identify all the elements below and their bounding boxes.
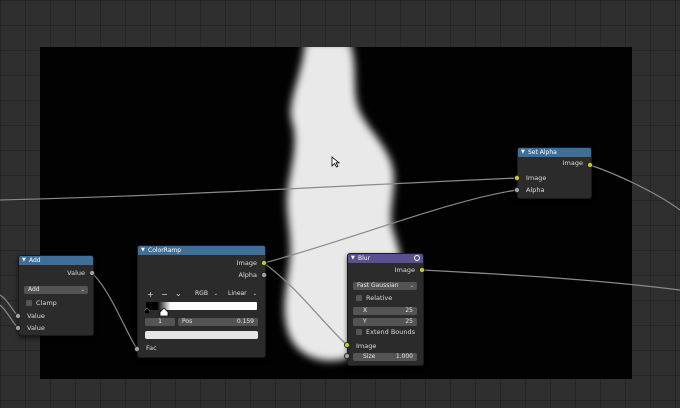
size-label: Size <box>363 353 376 360</box>
backdrop-image <box>40 47 632 379</box>
stop-color-swatch[interactable] <box>145 331 258 339</box>
clamp-checkbox-row[interactable]: Clamp <box>26 299 57 308</box>
node-title: Set Alpha <box>528 149 557 156</box>
set-alpha-header[interactable]: ▼ Set Alpha <box>518 148 591 157</box>
add-stop-button[interactable]: + <box>147 290 154 299</box>
x-label: X <box>363 307 368 314</box>
output-image-label: Image <box>236 259 257 267</box>
y-size-field[interactable]: Y 25 <box>353 318 417 326</box>
position-label: Pos <box>182 318 193 325</box>
set-alpha-node[interactable]: ▼ Set Alpha Image Image Alpha <box>517 147 592 199</box>
operation-value: Add <box>28 286 40 293</box>
extend-bounds-checkbox[interactable] <box>356 329 362 335</box>
link-left-to-add-1 <box>0 294 19 317</box>
relative-label: Relative <box>366 294 393 302</box>
size-value: 1.000 <box>395 353 413 360</box>
relative-checkbox[interactable] <box>356 295 362 301</box>
x-size-field[interactable]: X 25 <box>353 307 417 315</box>
input-fac-label: Fac <box>146 344 157 352</box>
link-left-to-add-2 <box>0 304 19 329</box>
collapse-triangle-icon[interactable]: ▼ <box>22 256 26 265</box>
collapse-triangle-icon[interactable]: ▼ <box>141 246 145 255</box>
size-field[interactable]: Size 1.000 <box>353 353 417 361</box>
stop-index-field[interactable]: 1 <box>145 318 175 326</box>
input-alpha-label: Alpha <box>526 186 545 194</box>
chevron-down-icon: ⌄ <box>252 291 257 297</box>
input-image-label: Image <box>526 174 547 182</box>
y-label: Y <box>363 318 367 325</box>
smoke-shape <box>284 47 404 361</box>
position-value: 0.159 <box>236 318 254 325</box>
chevron-down-icon: ⌄ <box>213 291 218 297</box>
filter-type-value: Fast Gaussian <box>357 282 399 289</box>
ramp-stop-black-marker[interactable] <box>143 307 151 317</box>
add-node[interactable]: ▼ Add Value Add ⌄ Clamp Value Value <box>18 255 94 336</box>
globe-icon <box>414 255 420 261</box>
node-editor-canvas[interactable]: ▼ Set Alpha Image Image Alpha ▼ Add Valu… <box>0 0 680 408</box>
input-value-1-label: Value <box>27 312 45 320</box>
clamp-label: Clamp <box>36 299 57 307</box>
interpolation-value: Linear <box>228 290 247 297</box>
node-title: Add <box>29 257 41 264</box>
blur-node[interactable]: ▼ Blur Image Fast Gaussian ⌄ Relative X … <box>347 253 424 366</box>
blur-header[interactable]: ▼ Blur <box>348 254 423 263</box>
operation-dropdown[interactable]: Add ⌄ <box>24 286 88 294</box>
input-image-label: Image <box>356 342 377 350</box>
node-title: Blur <box>358 255 371 262</box>
y-value: 25 <box>405 318 413 325</box>
color-mode-dropdown[interactable]: RGB ⌄ <box>191 290 221 298</box>
input-value-2-label: Value <box>27 324 45 332</box>
ramp-menu-button[interactable]: ⌄ <box>175 289 182 298</box>
color-mode-value: RGB <box>195 290 208 297</box>
filter-type-dropdown[interactable]: Fast Gaussian ⌄ <box>353 282 417 290</box>
chevron-down-icon: ⌄ <box>409 283 414 289</box>
clamp-checkbox[interactable] <box>26 300 32 306</box>
colorramp-header[interactable]: ▼ ColorRamp <box>138 246 265 255</box>
collapse-triangle-icon[interactable]: ▼ <box>351 254 355 263</box>
output-value-label: Value <box>67 269 85 277</box>
remove-stop-button[interactable]: − <box>161 290 168 299</box>
position-field[interactable]: Pos 0.159 <box>178 318 258 326</box>
mouse-cursor-icon <box>331 156 340 168</box>
extend-bounds-label: Extend Bounds <box>366 328 416 336</box>
colorramp-node[interactable]: ▼ ColorRamp Image Alpha + − ⌄ RGB ⌄ Line… <box>137 245 266 358</box>
output-image-label: Image <box>394 266 415 274</box>
x-value: 25 <box>405 307 413 314</box>
interpolation-dropdown[interactable]: Linear ⌄ <box>224 290 260 298</box>
relative-checkbox-row[interactable]: Relative <box>356 294 392 303</box>
node-title: ColorRamp <box>148 247 182 254</box>
output-image-label: Image <box>562 159 583 167</box>
add-header[interactable]: ▼ Add <box>19 256 93 265</box>
output-alpha-label: Alpha <box>238 271 257 279</box>
collapse-triangle-icon[interactable]: ▼ <box>521 148 525 157</box>
chevron-down-icon: ⌄ <box>80 287 85 293</box>
extend-bounds-checkbox-row[interactable]: Extend Bounds <box>356 328 415 337</box>
